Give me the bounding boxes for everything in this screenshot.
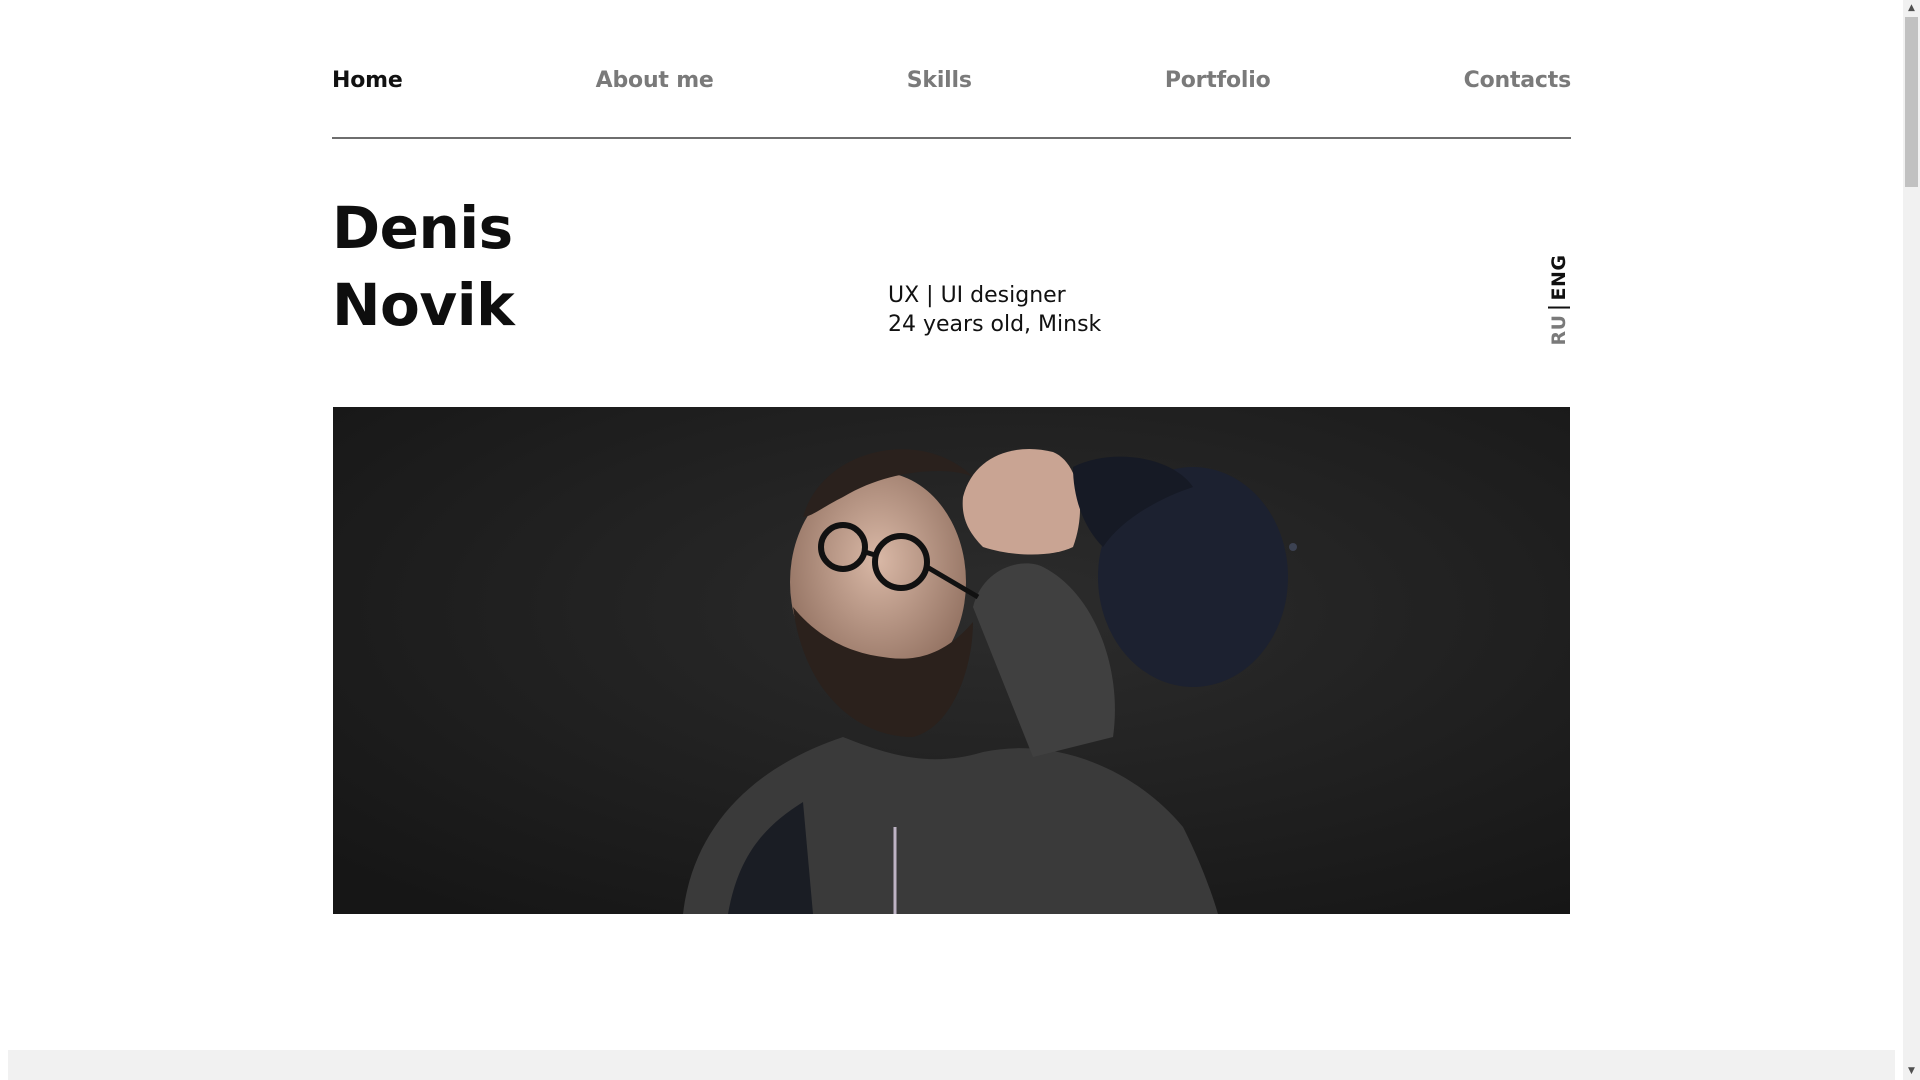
scrollbar-thumb[interactable] [1905, 17, 1918, 187]
scroll-down-icon[interactable]: ▼ [1903, 1063, 1920, 1080]
profile-info: UX | UI designer 24 years old, Minsk [888, 281, 1101, 339]
page-title: Denis Novik [332, 190, 515, 344]
main-navigation: Home About me Skills Portfolio Contacts [332, 60, 1571, 100]
portfolio-page: Home About me Skills Portfolio Contacts … [0, 0, 1920, 1080]
last-name: Novik [332, 271, 515, 339]
role-text: UX | UI designer [888, 283, 1066, 308]
language-eng[interactable]: ENG [1548, 254, 1570, 300]
language-ru[interactable]: RU [1548, 314, 1570, 345]
portrait-photo [333, 407, 1570, 914]
nav-home[interactable]: Home [332, 68, 403, 93]
nav-portfolio[interactable]: Portfolio [1165, 68, 1271, 93]
horizontal-scrollbar[interactable] [8, 1050, 1895, 1080]
language-switcher: RU ENG [1530, 250, 1588, 350]
portrait-illustration [333, 407, 1570, 914]
vertical-scrollbar[interactable]: ▲ ▼ [1903, 0, 1920, 1080]
first-name: Denis [332, 194, 513, 262]
nav-divider [332, 137, 1571, 139]
nav-about-me[interactable]: About me [596, 68, 714, 93]
details-text: 24 years old, Minsk [888, 312, 1102, 337]
nav-skills[interactable]: Skills [907, 68, 972, 93]
scroll-up-icon[interactable]: ▲ [1903, 0, 1920, 17]
language-separator [1548, 306, 1570, 309]
nav-contacts[interactable]: Contacts [1464, 68, 1572, 93]
